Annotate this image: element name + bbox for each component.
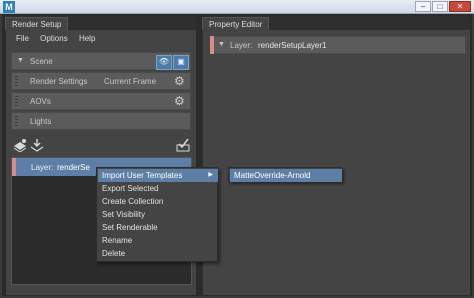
aovs-label: AOVs <box>30 97 51 106</box>
drag-grip-icon[interactable] <box>15 76 18 87</box>
property-editor-panel <box>203 30 470 295</box>
scene-label: Scene <box>30 57 53 66</box>
import-icon[interactable] <box>30 139 44 152</box>
layer-name[interactable]: renderSe <box>57 163 90 172</box>
property-layer-name: renderSetupLayer1 <box>258 41 327 50</box>
scene-row[interactable]: ▼ Scene 👁 ▣ <box>11 52 191 70</box>
layer-prefix-label: Layer: <box>31 163 54 172</box>
templates-submenu: MatteOverride-Arnold <box>228 167 342 182</box>
eye-icon[interactable]: 👁 <box>156 55 172 70</box>
submenu-item-matteoverride-arnold[interactable]: MatteOverride-Arnold <box>230 169 342 182</box>
tab-property-editor[interactable]: Property Editor <box>202 17 270 30</box>
render-camera-icon[interactable]: ▣ <box>173 55 189 70</box>
menu-item-export-selected[interactable]: Export Selected <box>98 182 218 195</box>
window-title-bar <box>0 0 474 14</box>
render-settings-label: Render Settings <box>30 77 88 86</box>
collapse-arrow-icon[interactable]: ▼ <box>218 41 225 48</box>
context-menu: Import User Templates ▶ Export Selected … <box>96 167 218 262</box>
menu-item-rename[interactable]: Rename <box>98 234 218 247</box>
menu-file[interactable]: File <box>16 34 29 43</box>
property-layer-prefix: Layer: <box>230 41 253 50</box>
menu-options[interactable]: Options <box>40 34 68 43</box>
drag-grip-icon[interactable] <box>15 96 18 107</box>
lights-row[interactable]: Lights <box>11 112 191 130</box>
close-button[interactable]: ✕ <box>449 1 471 12</box>
menu-item-create-collection[interactable]: Create Collection <box>98 195 218 208</box>
aovs-row[interactable]: AOVs ⚙ <box>11 92 191 110</box>
menu-item-set-renderable[interactable]: Set Renderable <box>98 221 218 234</box>
render-setup-tabbar: Render Setup <box>5 16 196 30</box>
menu-item-delete[interactable]: Delete <box>98 247 218 260</box>
gear-icon[interactable]: ⚙ <box>174 74 185 88</box>
menu-item-set-visibility[interactable]: Set Visibility <box>98 208 218 221</box>
render-setup-menubar: File Options Help <box>10 34 104 46</box>
lights-label: Lights <box>30 117 52 126</box>
render-settings-value: Current Frame <box>104 77 157 86</box>
menu-item-label: Import User Templates <box>102 171 183 180</box>
maximize-button[interactable]: □ <box>432 1 448 12</box>
layer-color-tag <box>12 158 16 176</box>
create-layer-icon[interactable] <box>13 139 27 153</box>
menu-item-import-user-templates[interactable]: Import User Templates ▶ <box>98 169 218 182</box>
maya-app-icon: M <box>3 1 15 13</box>
render-check-icon[interactable] <box>176 138 190 152</box>
gear-icon[interactable]: ⚙ <box>174 94 185 108</box>
property-layer-color-tag <box>210 36 214 54</box>
tab-render-setup[interactable]: Render Setup <box>5 17 69 30</box>
menu-help[interactable]: Help <box>79 34 95 43</box>
property-editor-tabbar: Property Editor <box>202 16 470 30</box>
collapse-arrow-icon[interactable]: ▼ <box>17 57 24 64</box>
property-layer-row[interactable]: ▼ Layer: renderSetupLayer1 <box>210 36 466 54</box>
render-settings-row[interactable]: Render Settings Current Frame ⚙ <box>11 72 191 90</box>
submenu-arrow-icon: ▶ <box>208 172 213 178</box>
minimize-button[interactable]: – <box>415 1 431 12</box>
drag-grip-icon[interactable] <box>15 116 18 127</box>
